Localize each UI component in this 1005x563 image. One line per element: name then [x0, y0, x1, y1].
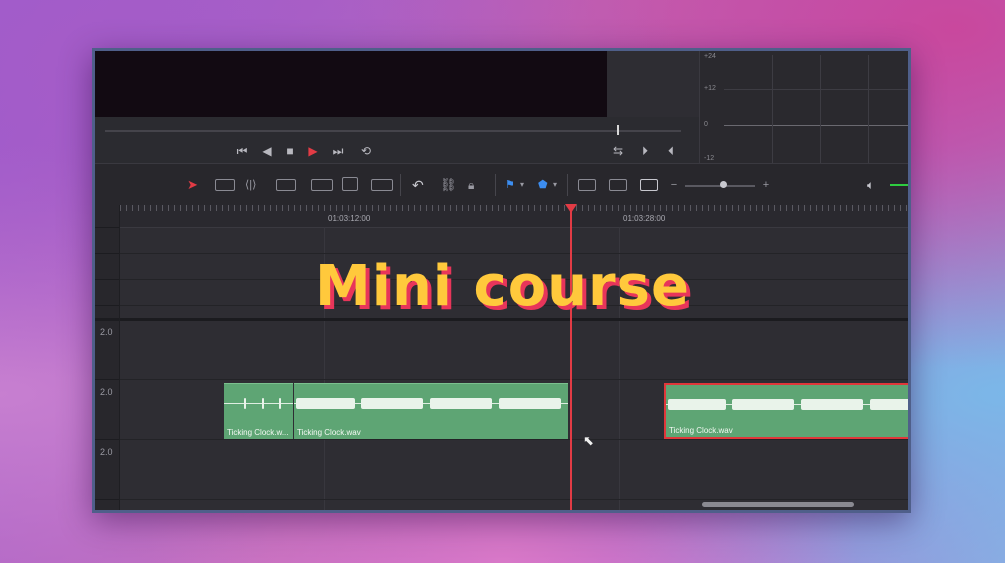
zoom-in-button[interactable]: +	[761, 176, 771, 194]
snapping-icon[interactable]: ↶	[412, 176, 424, 194]
transport-bar: ⏮ ◀ ■ ▶ ⏭ ⟲ ⇆ ⏵ ⏴	[95, 117, 699, 163]
track-divider	[95, 439, 119, 440]
toolbar-separator	[567, 174, 568, 196]
chevron-down-icon[interactable]: ▾	[553, 176, 557, 194]
zoom-full-icon[interactable]	[578, 179, 596, 191]
insert-clip-icon[interactable]	[311, 179, 333, 191]
timecode-ruler[interactable]: 01:03:12:00 01:03:28:00	[120, 205, 908, 228]
clip-name: Ticking Clock.wav	[669, 426, 733, 435]
stop-icon[interactable]: ■	[281, 143, 299, 159]
volume-level[interactable]	[890, 184, 908, 186]
track-divider	[95, 379, 119, 380]
meter-gridline	[820, 55, 821, 163]
toolbar-separator	[400, 174, 401, 196]
timeline-toolbar: ➤ ⟨|⟩ ↶ ⛓ 🔒︎ ⚑ ▾ ⬟ ▾ − + 🔈︎	[95, 163, 908, 207]
linked-selection-icon[interactable]: ⛓	[440, 176, 457, 194]
chevron-down-icon[interactable]: ▾	[520, 176, 524, 194]
flag-icon[interactable]: ⚑	[505, 176, 515, 194]
scrubber-handle[interactable]	[617, 125, 619, 135]
audio-clip[interactable]: Ticking Clock.wav	[294, 383, 568, 439]
prev-edit-icon[interactable]: ⏴	[662, 143, 680, 159]
track-headers: 2.0 2.0 2.0	[95, 205, 120, 510]
track-level-label: 2.0	[100, 387, 113, 397]
audio-meter-panel: +24 +12 0 -12	[699, 51, 908, 163]
overlay-title: Mini course	[315, 254, 690, 319]
overwrite-clip-icon[interactable]	[342, 177, 358, 191]
clip-waveform	[294, 396, 568, 410]
zoom-out-button[interactable]: −	[669, 176, 679, 194]
meter-label: -12	[704, 155, 715, 162]
mouse-cursor-icon: ⬉	[583, 433, 594, 448]
blade-edit-icon[interactable]	[276, 179, 296, 191]
lane-divider	[120, 439, 908, 440]
toolbar-separator	[495, 174, 496, 196]
selection-arrow-icon[interactable]: ➤	[187, 176, 198, 194]
meter-label: +12	[704, 85, 716, 92]
track-scrollbar[interactable]	[155, 510, 270, 513]
scrubber-track[interactable]	[105, 130, 681, 132]
position-lock-icon[interactable]: 🔒︎	[468, 176, 474, 194]
track-divider	[95, 499, 119, 500]
replace-clip-icon[interactable]	[371, 179, 393, 191]
ruler-ticks	[120, 205, 908, 211]
viewer-side-panel	[607, 51, 699, 117]
video-viewer[interactable]	[95, 51, 607, 117]
speaker-icon[interactable]: 🔈︎	[867, 176, 874, 194]
ruler-timecode: 01:03:12:00	[328, 214, 371, 223]
meter-label: 0	[704, 121, 708, 128]
horizontal-scrollbar[interactable]	[702, 502, 854, 507]
audio-clip-selected[interactable]: Ticking Clock.wav	[664, 383, 908, 439]
lane-divider	[120, 499, 908, 500]
clip-name: Ticking Clock.w...	[227, 428, 289, 437]
play-reverse-icon[interactable]: ◀	[258, 143, 276, 159]
playhead-line[interactable]	[570, 205, 572, 510]
lane-divider	[120, 379, 908, 380]
clip-name: Ticking Clock.wav	[297, 428, 361, 437]
audio-clip[interactable]: Ticking Clock.w...	[224, 383, 293, 439]
meter-gridline	[772, 55, 773, 163]
ruler-timecode: 01:03:28:00	[623, 214, 666, 223]
meter-gridline	[868, 55, 869, 163]
next-edit-icon[interactable]: ⏵	[636, 143, 654, 159]
loop-icon[interactable]: ⟲	[357, 143, 375, 159]
clip-waveform	[666, 397, 908, 411]
zoom-slider-handle[interactable]	[720, 181, 727, 188]
meter-gridline	[724, 125, 908, 126]
skip-to-start-icon[interactable]: ⏮	[233, 143, 251, 159]
play-icon[interactable]: ▶	[304, 143, 322, 159]
dynamic-trim-icon[interactable]: ⟨|⟩	[245, 176, 256, 194]
marker-icon[interactable]: ⬟	[538, 176, 548, 194]
timeline-area[interactable]: 2.0 2.0 2.0 01:03:12:00 01:03:28:00 Tick…	[95, 204, 908, 513]
match-frame-icon[interactable]: ⇆	[609, 143, 627, 159]
meter-gridline	[724, 89, 908, 90]
trim-edit-icon[interactable]	[215, 179, 235, 191]
skip-to-end-icon[interactable]: ⏭	[329, 143, 347, 159]
track-level-label: 2.0	[100, 327, 113, 337]
zoom-custom-icon[interactable]	[640, 179, 658, 191]
clip-waveform	[224, 396, 293, 410]
playhead-handle[interactable]	[565, 204, 577, 213]
track-divider	[95, 227, 119, 228]
meter-label: +24	[704, 53, 716, 60]
track-level-label: 2.0	[100, 447, 113, 457]
zoom-detail-icon[interactable]	[609, 179, 627, 191]
